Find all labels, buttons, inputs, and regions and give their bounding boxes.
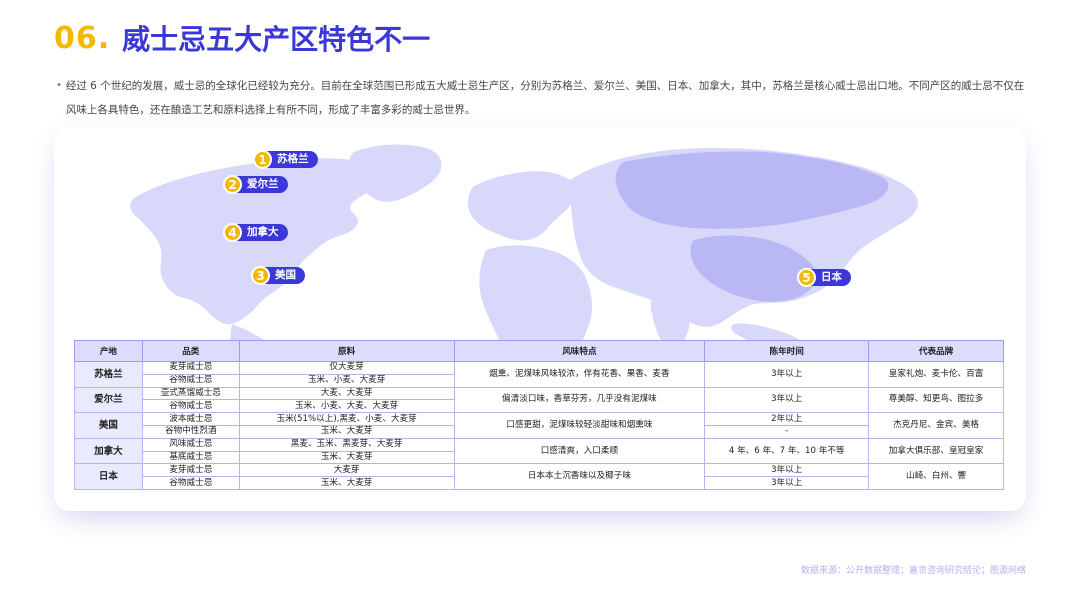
region-cell: 加拿大 (74, 437, 143, 465)
brands-cell: 山崎、白州、響 (868, 463, 1004, 490)
title-text: 威士忌五大产区特色不一 (122, 23, 431, 56)
category-cell: 基底威士忌 (141, 450, 240, 465)
tag-number: 1 (253, 150, 272, 169)
brands-cell: 皇家礼炮、麦卡伦、百富 (868, 361, 1004, 388)
category-cell: 谷物威士忌 (141, 373, 240, 388)
table-row: 美国 波本威士忌 玉米(51%以上),黑麦、小麦、大麦芽 口感更甜，泥煤味较轻淡… (74, 412, 1004, 439)
flavor-cell: 口感更甜，泥煤味较轻淡甜味和烟熏味 (453, 412, 706, 439)
category-cell: 谷物中性烈酒 (141, 424, 240, 439)
category-cell: 谷物威士忌 (141, 399, 240, 414)
material-cell: 大麦、大麦芽 (238, 386, 455, 401)
table-row: 加拿大 风味威士忌 黑麦、玉米、黑麦芽、大麦芽 口感清爽，入口柔顺 4 年、6 … (74, 437, 1004, 465)
header-aging: 陈年时间 (704, 340, 870, 362)
brands-cell: 杰克丹尼、金宾、美格 (868, 412, 1004, 439)
map-tag-ireland: 2 爱尔兰 (223, 175, 288, 194)
tag-number: 3 (251, 266, 270, 285)
tag-label: 爱尔兰 (234, 176, 288, 193)
category-cell: 麦芽威士忌 (141, 463, 240, 478)
flavor-cell: 口感清爽，入口柔顺 (453, 437, 706, 465)
material-cell: 玉米、大麦芽 (238, 476, 455, 490)
material-cell: 玉米、小麦、大麦、大麦芽 (238, 399, 455, 414)
map-tag-japan: 5 日本 (797, 268, 851, 287)
region-cell: 爱尔兰 (74, 386, 143, 414)
header-brands: 代表品牌 (868, 340, 1004, 362)
brands-cell: 尊美醇、知更鸟、图拉多 (868, 386, 1004, 414)
material-cell: 玉米、大麦芽 (238, 424, 455, 439)
map-tag-scotland: 1 苏格兰 (253, 150, 318, 169)
material-cell: 玉米、大麦芽 (238, 450, 455, 465)
region-cell: 日本 (74, 463, 143, 490)
material-cell: 大麦芽 (238, 463, 455, 478)
category-cell: 壶式蒸馏威士忌 (141, 386, 240, 401)
material-cell: 仅大麦芽 (238, 361, 455, 375)
aging-cell: 3年以上 (704, 476, 870, 490)
tag-label: 加拿大 (234, 224, 288, 241)
header-flavor: 风味特点 (453, 340, 706, 362)
intro-paragraph: • 经过 6 个世纪的发展，威士忌的全球化已经较为充分。目前在全球范围已形成五大… (56, 74, 1028, 122)
header-region: 产地 (74, 340, 143, 362)
category-cell: 波本威士忌 (141, 412, 240, 426)
table-row: 日本 麦芽威士忌 大麦芽 日本本土沉香味以及椰子味 3年以上 山崎、白州、響 (74, 463, 1004, 490)
category-cell: 谷物威士忌 (141, 476, 240, 490)
brands-cell: 加拿大俱乐部、皇冠皇家 (868, 437, 1004, 465)
category-cell: 麦芽威士忌 (141, 361, 240, 375)
page-title: 06. 威士忌五大产区特色不一 (54, 18, 430, 58)
intro-text: 经过 6 个世纪的发展，威士忌的全球化已经较为充分。目前在全球范围已形成五大威士… (65, 80, 1025, 116)
header-category: 品类 (141, 340, 240, 362)
table-row: 苏格兰 麦芽威士忌 仅大麦芽 烟熏、泥煤味风味较浓，伴有花香、果香、麦香 3年以… (74, 361, 1004, 388)
material-cell: 黑麦、玉米、黑麦芽、大麦芽 (238, 437, 455, 452)
content-card: 1 苏格兰 2 爱尔兰 4 加拿大 3 美国 5 日本 产地 品类 原料 风味特… (54, 128, 1026, 511)
data-source-note: 数据来源：公开数据整理；嘉世咨询研究结论；图源网络 (800, 566, 1026, 576)
map-tag-canada: 4 加拿大 (223, 223, 288, 242)
aging-cell: 3年以上 (704, 361, 870, 388)
category-cell: 风味威士忌 (141, 437, 240, 452)
europe-landmass (468, 171, 576, 241)
flavor-cell: 日本本土沉香味以及椰子味 (453, 463, 706, 490)
table-row: 爱尔兰 壶式蒸馏威士忌 大麦、大麦芽 偏清淡口味，香草芬芳，几乎没有泥煤味 3年… (74, 386, 1004, 414)
title-number: 06. (54, 20, 111, 56)
bullet-icon: • (56, 80, 62, 91)
material-cell: 玉米(51%以上),黑麦、小麦、大麦芽 (238, 412, 455, 426)
aging-cell: - (704, 424, 870, 439)
aging-cell: 3年以上 (704, 463, 870, 478)
region-cell: 苏格兰 (74, 361, 143, 388)
aging-cell: 4 年、6 年、7 年、10 年不等 (704, 437, 870, 465)
tag-number: 2 (223, 175, 242, 194)
flavor-cell: 烟熏、泥煤味风味较浓，伴有花香、果香、麦香 (453, 361, 706, 388)
map-tag-usa: 3 美国 (251, 266, 305, 285)
table-header-row: 产地 品类 原料 风味特点 陈年时间 代表品牌 (74, 340, 1004, 362)
tag-number: 5 (797, 268, 816, 287)
flavor-cell: 偏清淡口味，香草芬芳，几乎没有泥煤味 (453, 386, 706, 414)
header-material: 原料 (238, 340, 455, 362)
whisky-regions-table: 产地 品类 原料 风味特点 陈年时间 代表品牌 苏格兰 麦芽威士忌 仅大麦芽 烟… (74, 340, 1004, 490)
tag-number: 4 (223, 223, 242, 242)
aging-cell: 2年以上 (704, 412, 870, 426)
material-cell: 玉米、小麦、大麦芽 (238, 373, 455, 388)
tag-label: 苏格兰 (264, 151, 318, 168)
region-cell: 美国 (74, 412, 143, 439)
aging-cell: 3年以上 (704, 386, 870, 414)
